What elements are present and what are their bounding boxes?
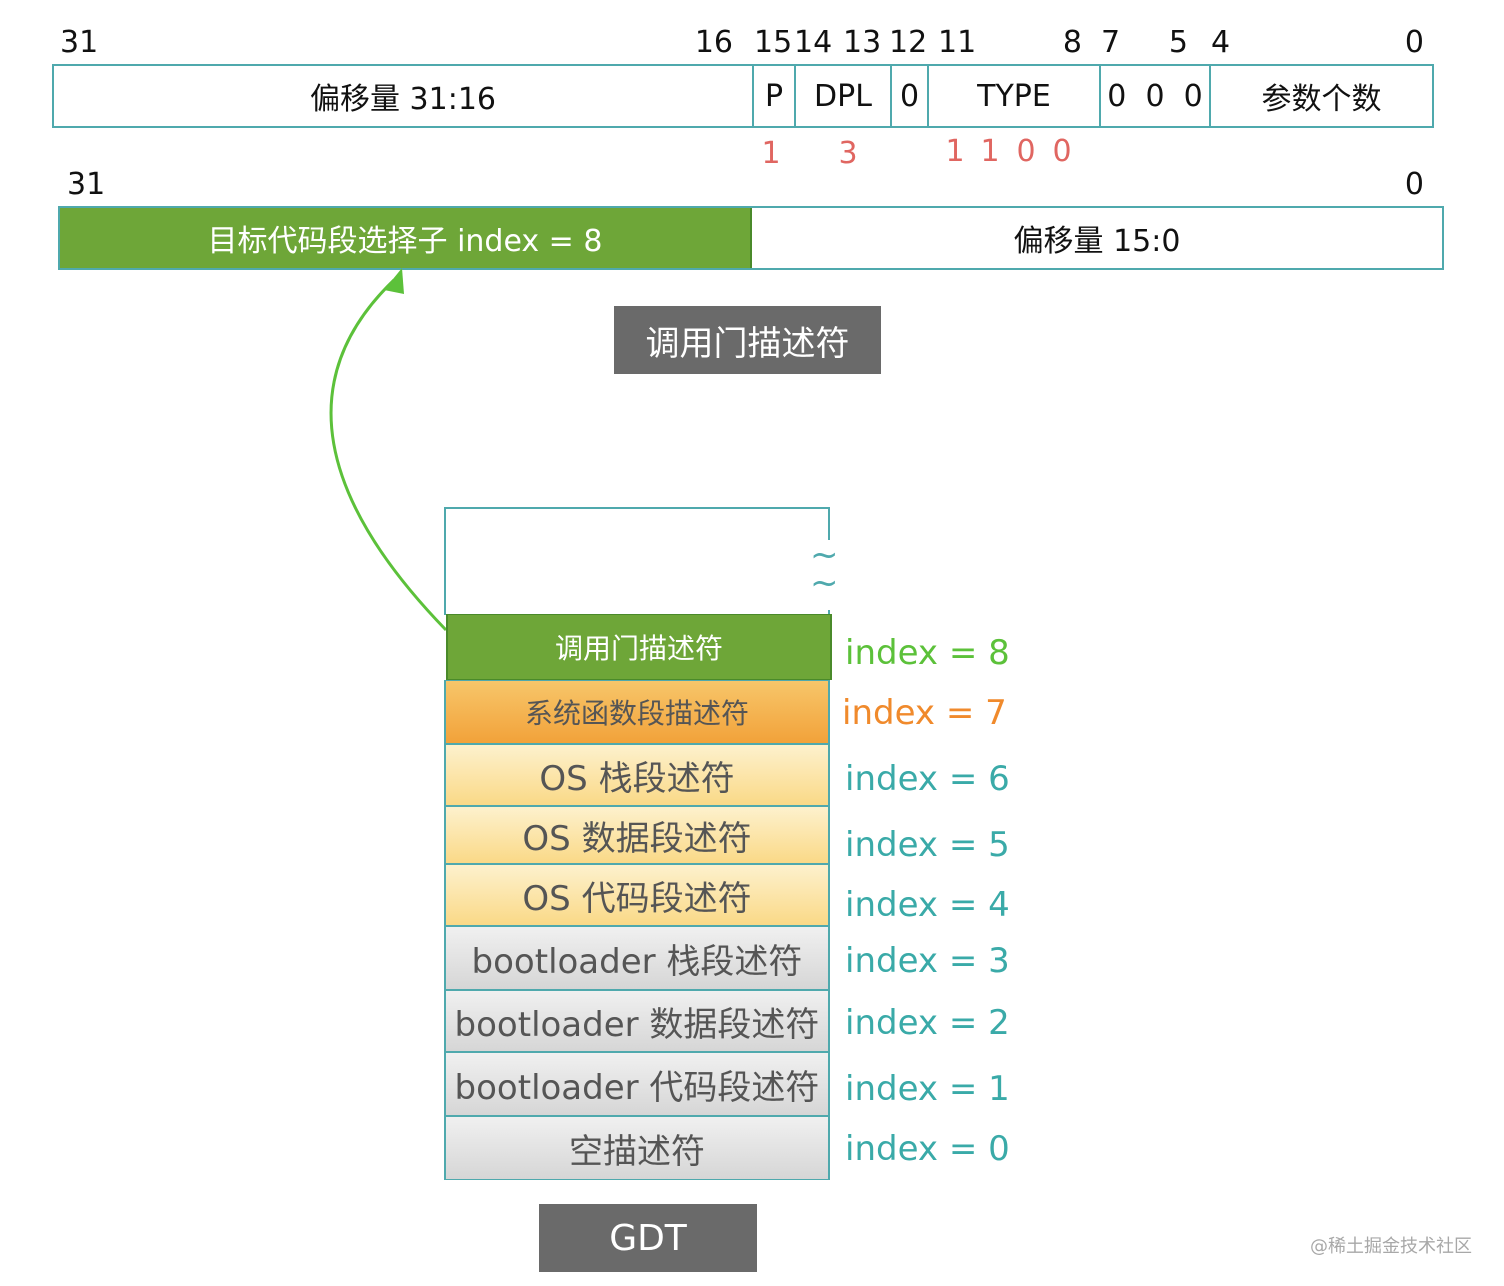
gdt-top-frame: [444, 507, 830, 615]
gdt-entry-5: OS 数据段述符: [444, 806, 830, 864]
index-label: index = 3: [845, 941, 1010, 981]
index-label: index = 5: [845, 825, 1010, 865]
watermark: @稀土掘金技术社区: [1310, 1236, 1472, 1257]
index-label: index = 1: [845, 1069, 1010, 1109]
gdt-entry-7: 系统函数段描述符: [444, 680, 830, 744]
index-label: index = 6: [845, 759, 1010, 799]
gdt-entry-2: bootloader 数据段述符: [444, 990, 830, 1052]
index-label: index = 7: [842, 693, 1007, 733]
gdt-entry-0: 空描述符: [444, 1116, 830, 1180]
gdt-entry-6: OS 栈段述符: [444, 744, 830, 806]
gdt-entry-4: OS 代码段述符: [444, 864, 830, 926]
gdt-entry-3: bootloader 栈段述符: [444, 926, 830, 990]
break-symbol: ~: [810, 563, 839, 603]
index-label: index = 4: [845, 885, 1010, 925]
gdt-entry-1: bootloader 代码段述符: [444, 1052, 830, 1116]
gdt-entry-8: 调用门描述符: [446, 614, 832, 680]
index-label: index = 0: [845, 1129, 1010, 1169]
index-label: index = 2: [845, 1003, 1010, 1043]
gdt-caption: GDT: [539, 1204, 757, 1272]
index-label: index = 8: [845, 633, 1010, 673]
